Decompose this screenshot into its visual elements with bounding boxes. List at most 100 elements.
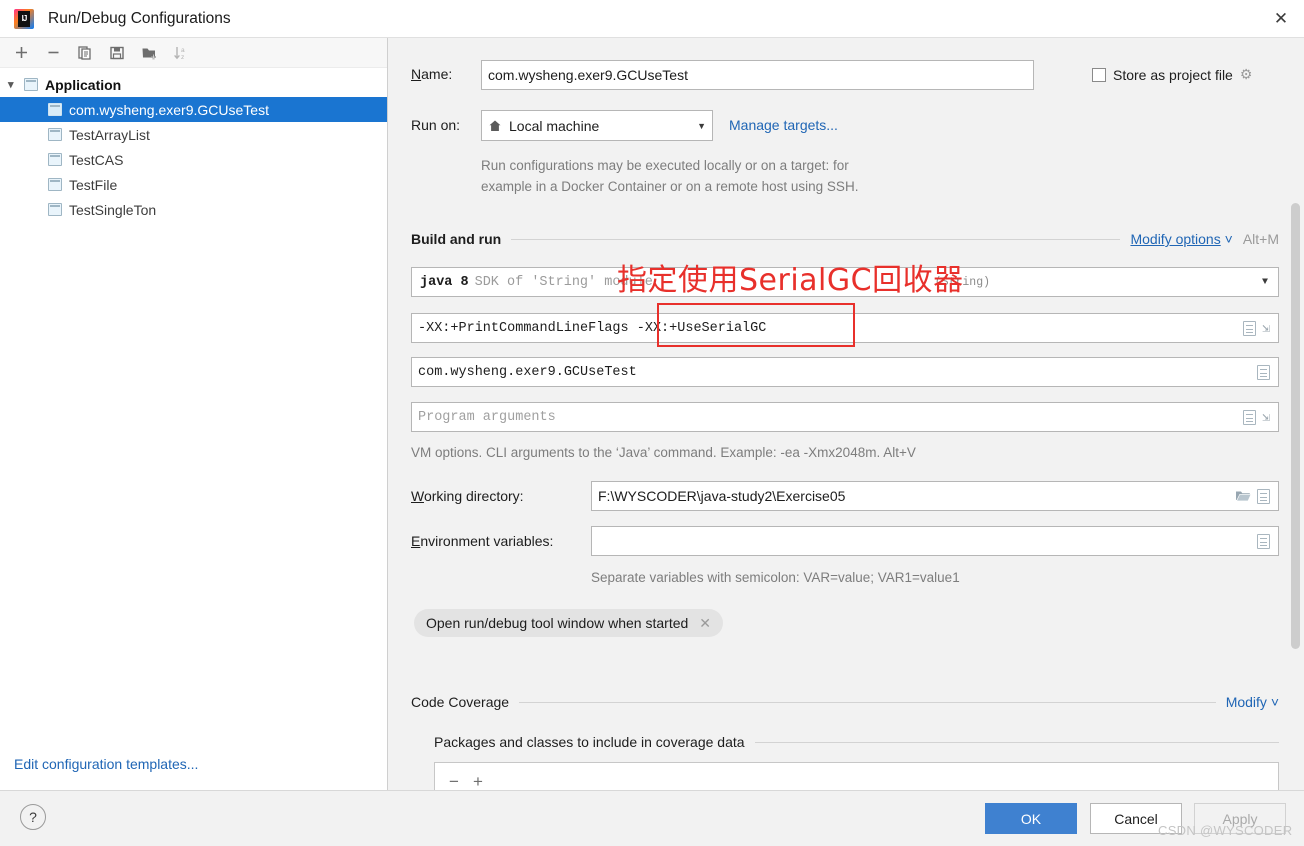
chevron-down-icon[interactable]: ▾ [8,78,24,91]
folder-browse-icon[interactable] [1235,489,1251,503]
config-icon [48,203,62,216]
macro-icon[interactable] [1243,320,1257,336]
editor-scrollbar-lower[interactable] [1291,665,1300,790]
program-arguments-input[interactable]: Program arguments ⇲ [411,402,1279,432]
remove-configuration-icon[interactable] [38,40,68,66]
chevron-down-icon: ˅ [1224,231,1233,247]
environment-variables-input[interactable] [591,526,1279,556]
macro-icon[interactable] [1257,533,1270,549]
section-divider [519,701,1216,703]
config-icon [48,153,62,166]
sidebar-item-testfile[interactable]: TestFile [0,172,387,197]
sort-az-icon[interactable]: a z [166,40,196,66]
dialog-footer: ? OK Cancel Apply [0,790,1304,846]
window-title: Run/Debug Configurations [48,9,231,27]
title-bar: IJ Run/Debug Configurations ✕ [0,0,1304,38]
add-package-icon[interactable]: + [473,772,483,792]
section-divider [511,238,1121,240]
main-class-input[interactable]: com.wysheng.exer9.GCUseTest [411,357,1279,387]
macro-icon[interactable] [1257,488,1270,504]
working-directory-value: F:\WYSCODER\java-study2\Exercise05 [598,488,846,504]
folder-add-icon[interactable] [134,40,164,66]
chip-label: Open run/debug tool window when started [426,615,689,631]
help-button[interactable]: ? [20,804,46,830]
list-item-label: TestArrayList [69,126,150,143]
chevron-down-icon: ˅ [1270,694,1279,710]
sidebar-item-testcas[interactable]: TestCAS [0,147,387,172]
jre-java-version: java 8 [420,274,469,290]
coverage-packages-subheader: Packages and classes to include in cover… [434,734,1279,750]
run-on-hint-line1: Run configurations may be executed local… [481,158,849,173]
run-on-select[interactable]: Local machine ▼ [481,110,713,141]
copy-configuration-icon[interactable] [70,40,100,66]
name-input-value: com.wysheng.exer9.GCUseTest [488,67,688,83]
section-divider [754,741,1279,743]
code-coverage-title: Code Coverage [411,694,510,710]
annotation-text: 指定使用SerialGC回收器 [617,263,964,298]
run-on-hint-line2: example in a Docker Container or on a re… [481,179,859,194]
coverage-packages-title: Packages and classes to include in cover… [434,734,745,750]
manage-targets-link[interactable]: Manage targets... [729,117,838,133]
intellij-idea-logo-icon: IJ [14,8,34,29]
sidebar-toolbar: a z [0,38,387,68]
run-on-selected-value: Local machine [509,117,600,134]
sidebar-item-gcusetest[interactable]: com.wysheng.exer9.GCUseTest [0,97,387,122]
open-run-tool-window-chip[interactable]: Open run/debug tool window when started … [414,609,724,637]
sidebar-item-testarraylist[interactable]: TestArrayList [0,122,387,147]
list-item-label: com.wysheng.exer9.GCUseTest [69,101,269,118]
configurations-sidebar: a z ▾ Application com.wysheng.exer9.GCUs… [0,38,388,790]
list-item-label: TestFile [69,176,118,193]
modify-options-link[interactable]: Modify options ˅ [1130,231,1232,247]
run-on-label: Run on: [411,117,461,133]
macro-icon[interactable] [1257,364,1270,380]
chevron-down-icon[interactable]: ▼ [1262,277,1268,288]
svg-text:z: z [181,54,184,61]
build-and-run-title: Build and run [411,231,502,247]
config-icon [48,103,62,116]
save-configuration-icon[interactable] [102,40,132,66]
working-directory-label: Working directory: [411,488,524,504]
sidebar-item-testsingleton[interactable]: TestSingleTon [0,197,387,222]
store-as-project-file-label: Store as project file [1113,66,1233,83]
name-input[interactable]: com.wysheng.exer9.GCUseTest [481,60,1034,90]
editor-scrollbar[interactable] [1291,203,1300,649]
add-configuration-icon[interactable] [6,40,36,66]
environment-variables-hint: Separate variables with semicolon: VAR=v… [591,570,960,585]
vm-options-hint: VM options. CLI arguments to the ‘Java’ … [411,445,916,460]
working-directory-input[interactable]: F:\WYSCODER\java-study2\Exercise05 [591,481,1279,511]
run-on-hint: Run configurations may be executed local… [481,155,1001,197]
environment-variables-label: Environment variables: [411,533,554,549]
modify-options-label: Modify options [1130,231,1221,247]
build-and-run-section-header: Build and run Modify options ˅ Alt+M [411,231,1279,247]
edit-configuration-templates-link[interactable]: Edit configuration templates... [14,756,198,772]
chevron-down-icon[interactable]: ▼ [697,121,706,131]
tree-group-label: Application [45,76,122,93]
config-icon [48,178,62,191]
run-debug-configurations-dialog: IJ Run/Debug Configurations ✕ a z ▾ Appl… [0,0,1304,846]
config-icon [48,128,62,141]
list-item-label: TestCAS [69,151,124,168]
store-as-project-file-group[interactable]: Store as project file ⚙ [1092,66,1252,83]
close-icon[interactable]: ✕ [1258,0,1304,37]
code-coverage-modify-link[interactable]: Modify ˅ [1226,694,1279,710]
modify-options-shortcut: Alt+M [1242,231,1279,247]
watermark: CSDN @WYSCODER [1158,823,1293,838]
code-coverage-section-header: Code Coverage Modify ˅ [411,694,1279,710]
application-icon [24,78,38,91]
expand-icon[interactable]: ⇲ [1262,410,1270,425]
code-coverage-modify-label: Modify [1225,694,1267,710]
list-item-label: TestSingleTon [69,201,157,218]
scrollbar-thumb[interactable] [1291,203,1300,649]
tree-group-application[interactable]: ▾ Application [0,72,387,97]
name-label: Name: [411,66,453,82]
ok-button[interactable]: OK [985,803,1077,834]
gear-icon[interactable]: ⚙ [1240,66,1253,83]
main-class-value: com.wysheng.exer9.GCUseTest [418,364,637,380]
store-as-project-file-checkbox[interactable] [1092,67,1106,82]
svg-text:a: a [181,47,185,54]
close-icon[interactable]: ✕ [699,615,711,632]
macro-icon[interactable] [1243,409,1257,425]
program-arguments-placeholder: Program arguments [418,409,556,425]
expand-icon[interactable]: ⇲ [1262,321,1270,336]
remove-package-icon[interactable]: − [449,772,459,792]
